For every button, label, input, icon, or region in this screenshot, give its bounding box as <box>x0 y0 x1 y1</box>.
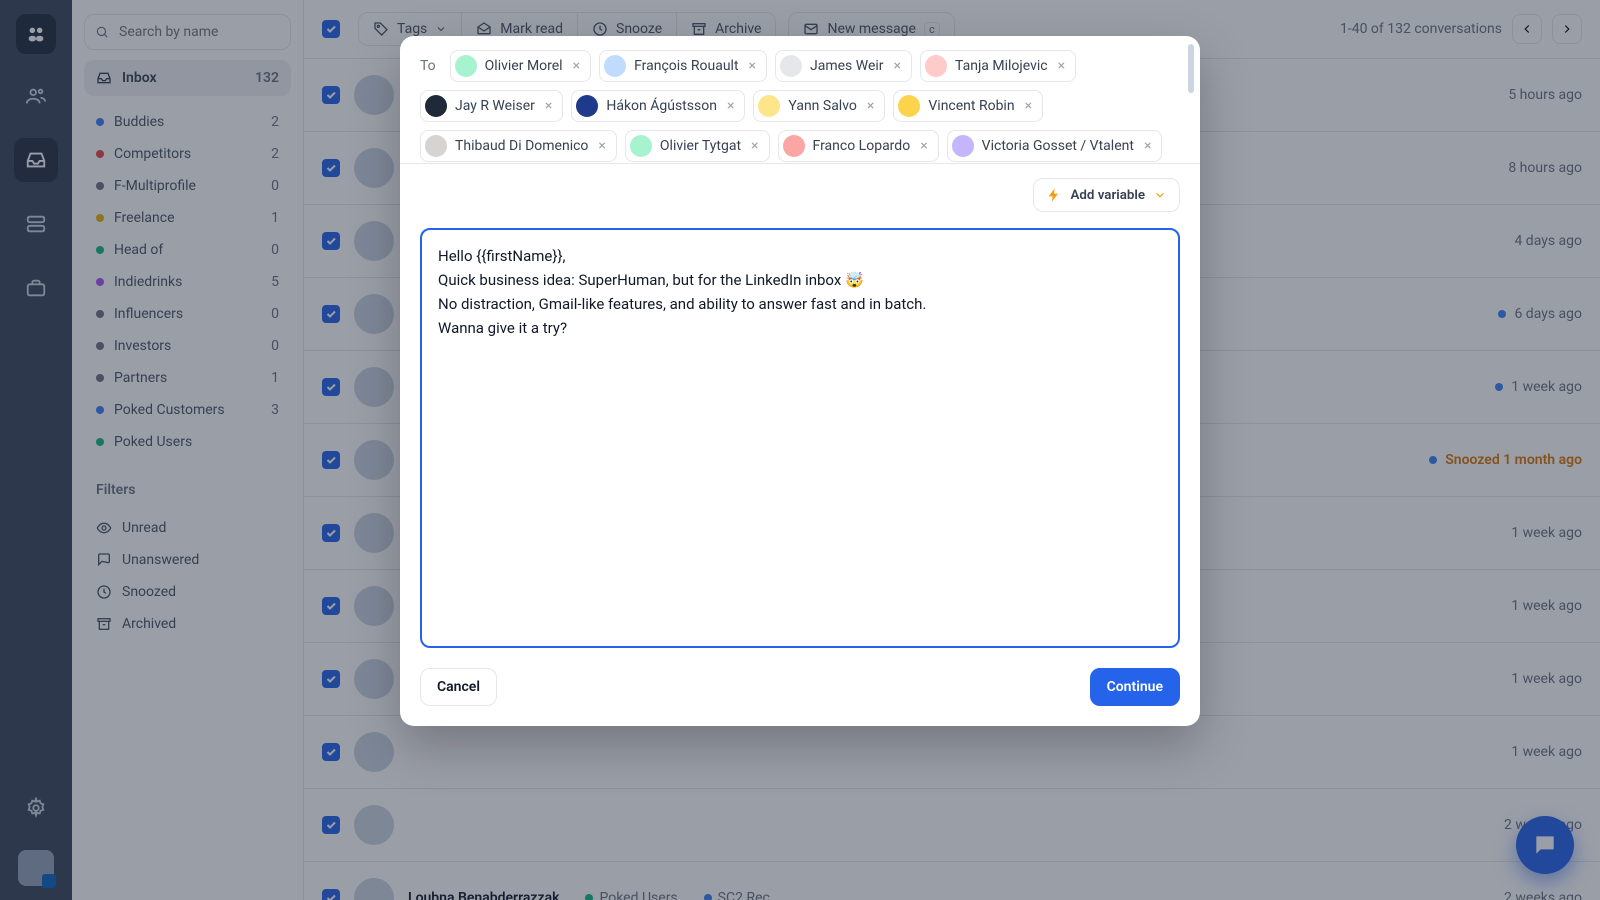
chip-remove-icon[interactable]: × <box>543 98 554 114</box>
chip-remove-icon[interactable]: × <box>918 138 929 154</box>
chip-name: François Rouault <box>634 58 738 74</box>
chip-avatar <box>758 95 780 117</box>
chip-avatar <box>630 135 652 157</box>
continue-button[interactable]: Continue <box>1090 668 1180 706</box>
recipient-chip[interactable]: James Weir × <box>775 50 912 82</box>
add-variable-button[interactable]: Add variable <box>1033 178 1180 212</box>
recipient-chip[interactable]: Vincent Robin × <box>893 90 1043 122</box>
chip-avatar <box>780 55 802 77</box>
recipient-chip[interactable]: Tanja Milojevic × <box>920 50 1076 82</box>
chip-remove-icon[interactable]: × <box>596 138 607 154</box>
recipient-chip[interactable]: Jay R Weiser × <box>420 90 563 122</box>
chip-name: Jay R Weiser <box>455 98 535 114</box>
chip-name: Vincent Robin <box>928 98 1014 114</box>
recipient-chip[interactable]: Thibaud Di Domenico × <box>420 130 617 162</box>
chip-name: Thibaud Di Domenico <box>455 138 588 154</box>
chip-avatar <box>425 135 447 157</box>
recipient-chip[interactable]: Olivier Morel × <box>450 50 591 82</box>
cancel-button[interactable]: Cancel <box>420 668 497 706</box>
recipient-chip[interactable]: Olivier Tytgat × <box>625 130 770 162</box>
compose-modal-overlay: To Olivier Morel×François Rouault×James … <box>0 0 1600 900</box>
compose-modal: To Olivier Morel×François Rouault×James … <box>400 36 1200 726</box>
recipient-chip[interactable]: Victoria Gosset / Vtalent × <box>947 130 1163 162</box>
chip-remove-icon[interactable]: × <box>1056 58 1067 74</box>
message-editor[interactable]: Hello {{firstName}}, Quick business idea… <box>420 228 1180 648</box>
chip-name: Tanja Milojevic <box>955 58 1048 74</box>
chip-avatar <box>455 55 477 77</box>
chip-avatar <box>604 55 626 77</box>
to-label: To <box>420 58 442 74</box>
recipients-area[interactable]: To Olivier Morel×François Rouault×James … <box>400 36 1200 164</box>
chip-name: Yann Salvo <box>788 98 856 114</box>
chip-avatar <box>898 95 920 117</box>
recipients-scrollbar[interactable] <box>1186 44 1196 155</box>
chip-name: Franco Lopardo <box>813 138 911 154</box>
chip-remove-icon[interactable]: × <box>747 58 758 74</box>
chip-name: Olivier Tytgat <box>660 138 741 154</box>
chip-avatar <box>576 95 598 117</box>
chip-remove-icon[interactable]: × <box>571 58 582 74</box>
chevron-down-icon <box>1153 188 1167 202</box>
chip-avatar <box>783 135 805 157</box>
bolt-icon <box>1046 187 1062 203</box>
chip-remove-icon[interactable]: × <box>1142 138 1153 154</box>
chip-remove-icon[interactable]: × <box>1023 98 1034 114</box>
chip-name: Victoria Gosset / Vtalent <box>982 138 1134 154</box>
chip-avatar <box>925 55 947 77</box>
add-variable-label: Add variable <box>1070 188 1145 203</box>
chip-remove-icon[interactable]: × <box>865 98 876 114</box>
recipient-chip[interactable]: Hákon Ágústsson × <box>571 90 745 122</box>
chip-name: Hákon Ágústsson <box>606 98 717 114</box>
chip-remove-icon[interactable]: × <box>725 98 736 114</box>
recipient-chip[interactable]: Franco Lopardo × <box>778 130 939 162</box>
recipient-chip[interactable]: Yann Salvo × <box>753 90 885 122</box>
chip-remove-icon[interactable]: × <box>749 138 760 154</box>
chip-name: Olivier Morel <box>485 58 563 74</box>
recipient-chip[interactable]: François Rouault × <box>599 50 767 82</box>
chip-name: James Weir <box>810 58 884 74</box>
chip-remove-icon[interactable]: × <box>892 58 903 74</box>
chip-avatar <box>952 135 974 157</box>
chip-avatar <box>425 95 447 117</box>
